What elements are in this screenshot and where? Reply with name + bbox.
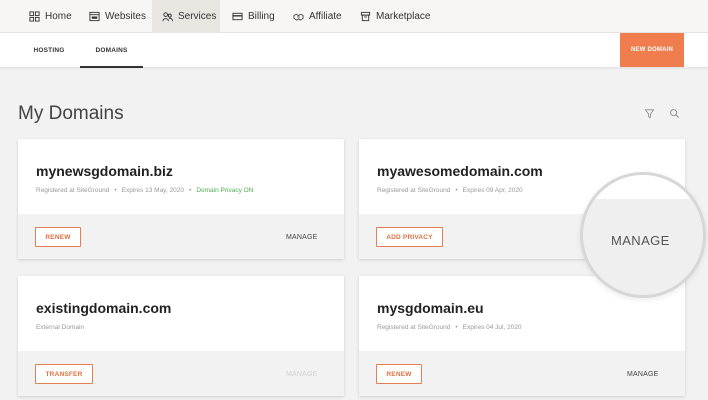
add-privacy-button[interactable]: ADD PRIVACY [376, 227, 443, 247]
nav-item-home[interactable]: Home [29, 0, 72, 33]
nav-item-marketplace[interactable]: Marketplace [360, 0, 430, 33]
registrar-text: External Domain [36, 324, 85, 331]
nav-item-label: Affiliate [309, 10, 342, 22]
separator-dot: • [114, 187, 117, 194]
filter-icon[interactable] [644, 108, 655, 119]
card-actions: RENEW MANAGE [359, 351, 685, 396]
top-nav: Home Websites Services Billing Affiliate… [0, 0, 708, 33]
expiry-text: Expires 04 Jul, 2020 [462, 324, 522, 331]
nav-item-billing[interactable]: Billing [232, 0, 275, 33]
domain-name: mysgdomain.eu [377, 300, 484, 316]
nav-item-label: Billing [248, 10, 275, 22]
registrar-text: Registered at SiteGround [377, 324, 451, 331]
separator-dot: • [189, 187, 192, 194]
domain-card: existingdomain.com External Domain TRANS… [18, 276, 344, 396]
card-icon [232, 12, 243, 21]
sub-nav: HOSTING DOMAINS [0, 33, 708, 68]
domain-card: mynewsgdomain.biz Registered at SiteGrou… [18, 139, 344, 259]
registrar-text: Registered at SiteGround [377, 187, 451, 194]
nav-item-label: Services [178, 10, 217, 22]
manage-link-zoomed[interactable]: MANAGE [611, 233, 670, 248]
domain-meta: External Domain [36, 324, 84, 331]
domain-meta: Registered at SiteGround • Expires 04 Jul,… [377, 324, 522, 331]
domain-name: existingdomain.com [36, 300, 172, 316]
renew-button[interactable]: RENEW [35, 227, 81, 247]
nav-item-label: Marketplace [376, 10, 431, 22]
nav-item-services[interactable]: Services [152, 0, 220, 33]
registrar-text: Registered at SiteGround [36, 187, 110, 194]
separator-dot: • [455, 187, 458, 194]
privacy-status: Domain Privacy ON [196, 187, 254, 194]
nav-item-label: Websites [105, 10, 146, 22]
renew-button[interactable]: RENEW [376, 364, 422, 384]
nav-item-websites[interactable]: Websites [89, 0, 146, 33]
tab-label: DOMAINS [95, 47, 128, 54]
new-domain-button[interactable]: NEW DOMAIN [620, 33, 684, 67]
page-title: My Domains [18, 103, 124, 124]
card-actions: RENEW MANAGE [18, 214, 344, 259]
expiry-text: Expires 13 May, 2020 [121, 187, 185, 194]
box-icon [360, 11, 371, 22]
nav-item-affiliate[interactable]: Affiliate [293, 0, 342, 33]
magnifier-card-top [583, 175, 703, 199]
transfer-button[interactable]: TRANSFER [35, 364, 93, 384]
expiry-text: Expires 09 Apr, 2020 [462, 187, 523, 194]
people-icon [162, 12, 173, 22]
manage-link[interactable]: MANAGE [627, 371, 659, 378]
tab-label: HOSTING [33, 47, 65, 54]
search-icon[interactable] [669, 108, 680, 119]
domain-name: myawesomedomain.com [377, 163, 543, 179]
card-actions: TRANSFER MANAGE [18, 351, 344, 396]
manage-link: MANAGE [286, 371, 318, 378]
domain-meta: Registered at SiteGround • Expires 13 May,… [36, 187, 253, 194]
separator-dot: • [455, 324, 458, 331]
handshake-icon [293, 13, 304, 21]
domain-name: mynewsgdomain.biz [36, 163, 173, 179]
tab-domains[interactable]: DOMAINS [80, 33, 143, 68]
grid-icon [29, 11, 40, 22]
browser-icon [89, 11, 100, 22]
manage-magnifier[interactable]: MANAGE [580, 172, 706, 298]
manage-link[interactable]: MANAGE [286, 234, 318, 241]
nav-item-label: Home [45, 10, 72, 22]
tab-hosting[interactable]: HOSTING [20, 33, 78, 68]
domain-meta: Registered at SiteGround • Expires 09 Apr,… [377, 187, 523, 194]
